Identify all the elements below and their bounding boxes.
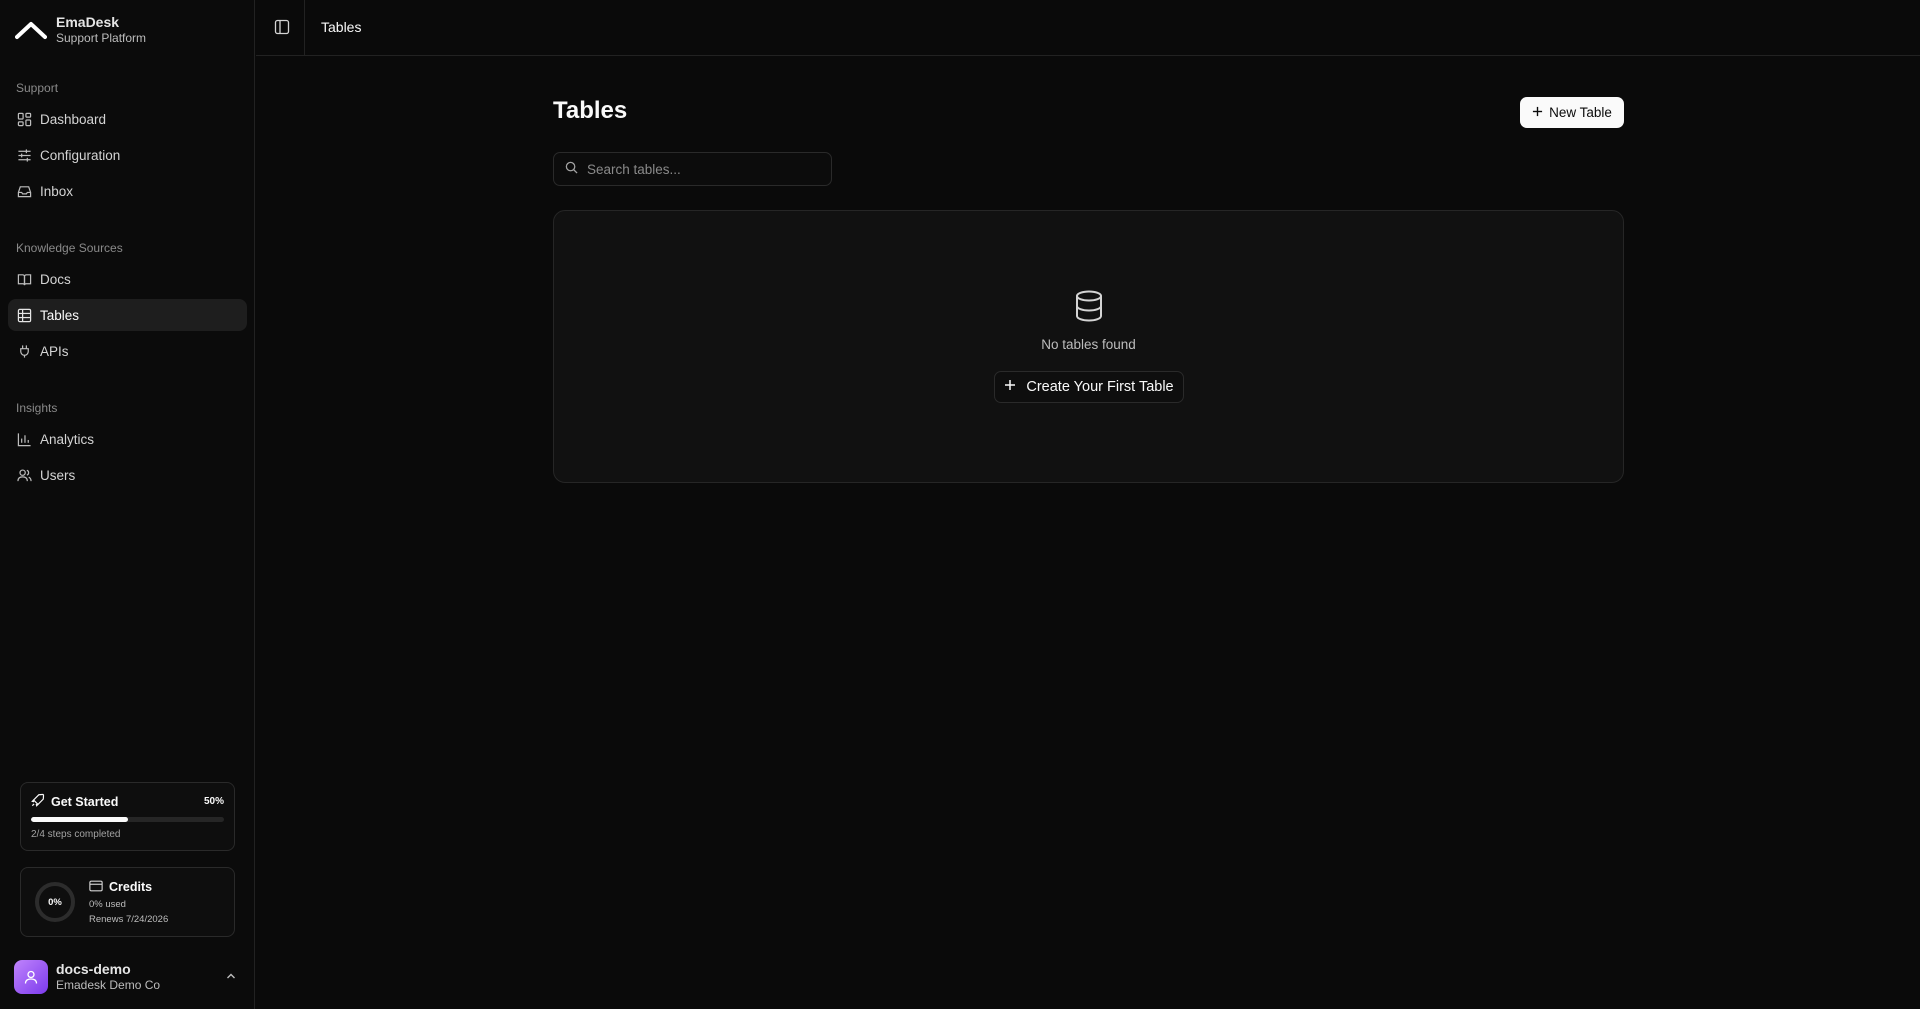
user-name: docs-demo bbox=[56, 961, 131, 977]
plug-icon bbox=[16, 343, 32, 359]
credit-card-icon bbox=[89, 880, 109, 895]
sidebar-item-apis[interactable]: APIs bbox=[8, 335, 247, 367]
sidebar-item-label: Dashboard bbox=[40, 111, 107, 127]
credits-title: Credits bbox=[109, 880, 153, 894]
breadcrumb: Tables bbox=[321, 19, 362, 35]
get-started-card[interactable]: Get Started 50% 2/4 steps completed bbox=[20, 782, 235, 851]
rocket-icon bbox=[31, 793, 51, 810]
user-icon bbox=[24, 970, 38, 984]
sidebar-toggle-button[interactable] bbox=[270, 16, 294, 40]
credits-usage-ring: 0% bbox=[35, 882, 75, 922]
plus-icon bbox=[1532, 105, 1549, 120]
get-started-percent: 50% bbox=[203, 796, 224, 807]
avatar bbox=[14, 960, 48, 994]
section-label-support: Support bbox=[16, 81, 59, 95]
credits-used: 0% used bbox=[89, 898, 126, 910]
sidebar: EmaDesk Support Platform Support Dashboa… bbox=[0, 0, 255, 1009]
brand[interactable]: EmaDesk Support Platform bbox=[14, 14, 146, 46]
get-started-progress-fill bbox=[31, 817, 128, 822]
plus-icon bbox=[1004, 379, 1026, 395]
sidebar-item-label: Configuration bbox=[40, 147, 121, 163]
search-input[interactable] bbox=[587, 161, 827, 177]
dashboard-icon bbox=[16, 111, 32, 127]
sidebar-item-label: Users bbox=[40, 467, 76, 483]
sidebar-item-label: Inbox bbox=[40, 183, 74, 199]
credits-renews: Renews 7/24/2026 bbox=[89, 913, 169, 925]
get-started-title: Get Started bbox=[51, 794, 119, 809]
get-started-steps: 2/4 steps completed bbox=[31, 829, 121, 840]
user-menu[interactable]: docs-demo Emadesk Demo Co bbox=[14, 958, 241, 996]
sliders-icon bbox=[16, 147, 32, 163]
topbar: Tables bbox=[256, 0, 1920, 56]
sidebar-item-analytics[interactable]: Analytics bbox=[8, 423, 247, 455]
empty-state-panel: No tables found Create Your First Table bbox=[553, 210, 1624, 483]
database-icon bbox=[1072, 289, 1106, 323]
sidebar-item-label: Docs bbox=[40, 271, 71, 287]
sidebar-item-tables[interactable]: Tables bbox=[8, 299, 247, 331]
topbar-divider bbox=[304, 0, 305, 56]
create-first-table-button[interactable]: Create Your First Table bbox=[994, 371, 1184, 403]
new-table-label: New Table bbox=[1549, 105, 1612, 120]
chevron-up-icon bbox=[225, 969, 237, 985]
search-box[interactable] bbox=[553, 152, 832, 186]
create-first-table-label: Create Your First Table bbox=[1026, 379, 1174, 395]
book-icon bbox=[16, 271, 32, 287]
sidebar-item-label: Analytics bbox=[40, 431, 95, 447]
sidebar-item-configuration[interactable]: Configuration bbox=[8, 139, 247, 171]
brand-subtitle: Support Platform bbox=[56, 31, 147, 45]
page-title: Tables bbox=[553, 97, 628, 124]
inbox-icon bbox=[16, 183, 32, 199]
search-icon bbox=[565, 161, 578, 177]
section-label-insights: Insights bbox=[16, 401, 58, 415]
sidebar-item-dashboard[interactable]: Dashboard bbox=[8, 103, 247, 135]
brand-title: EmaDesk bbox=[56, 14, 120, 30]
sidebar-item-label: APIs bbox=[40, 343, 69, 359]
new-table-button[interactable]: New Table bbox=[1520, 97, 1624, 128]
sidebar-item-inbox[interactable]: Inbox bbox=[8, 175, 247, 207]
sidebar-item-docs[interactable]: Docs bbox=[8, 263, 247, 295]
user-org: Emadesk Demo Co bbox=[56, 978, 161, 992]
get-started-progress-bar bbox=[31, 817, 224, 822]
table-icon bbox=[16, 307, 32, 323]
logo-icon bbox=[14, 16, 48, 44]
section-label-knowledge-sources: Knowledge Sources bbox=[16, 241, 123, 255]
empty-state-text: No tables found bbox=[1041, 337, 1136, 352]
bar-chart-icon bbox=[16, 431, 32, 447]
sidebar-item-label: Tables bbox=[40, 307, 80, 323]
sidebar-item-users[interactable]: Users bbox=[8, 459, 247, 491]
panel-left-icon bbox=[274, 19, 290, 38]
users-icon bbox=[16, 467, 32, 483]
credits-card[interactable]: 0% Credits 0% used Renews 7/24/2026 bbox=[20, 867, 235, 937]
